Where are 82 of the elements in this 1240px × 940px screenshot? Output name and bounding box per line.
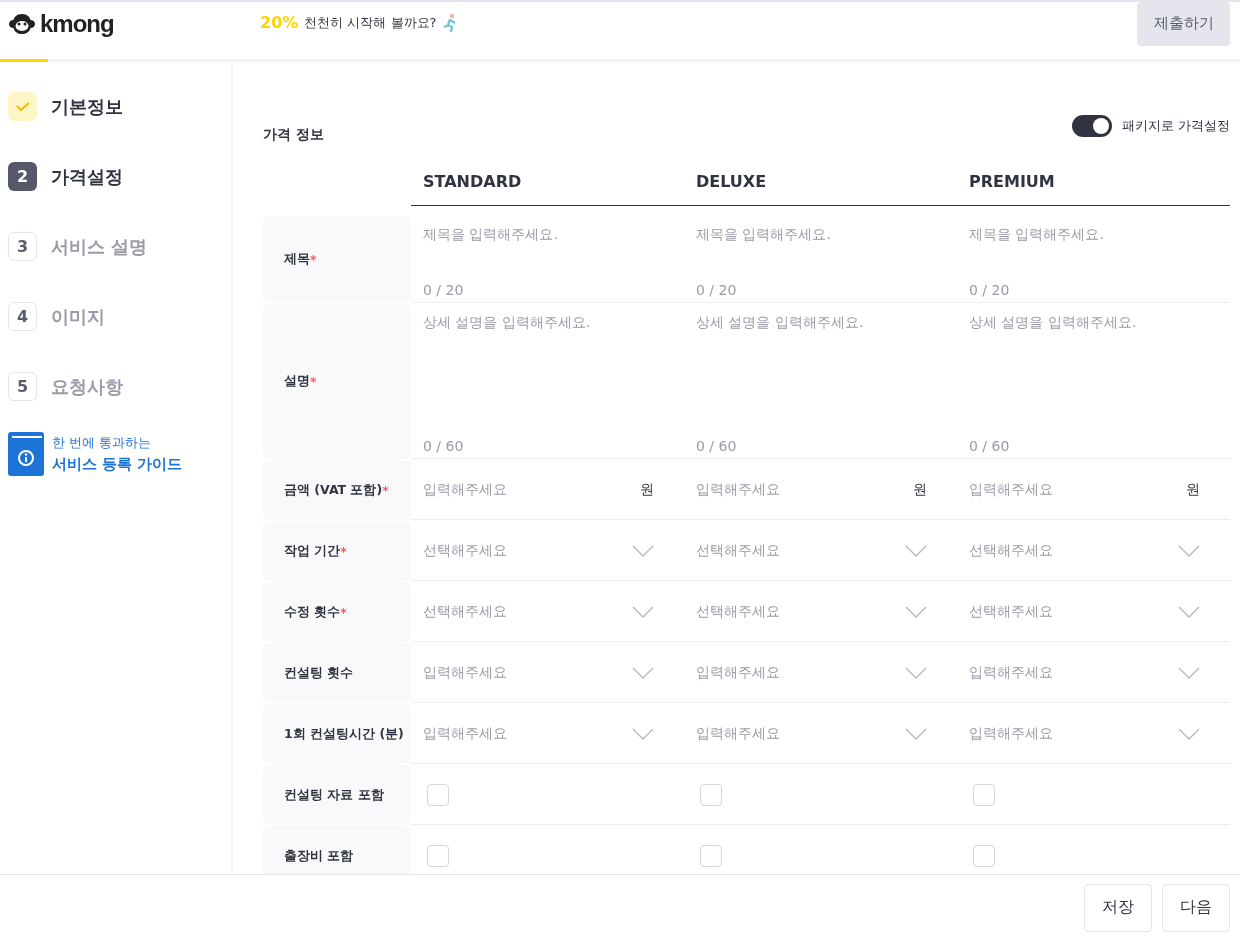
chevron-down-icon — [632, 605, 654, 618]
step-badge: 4 — [8, 302, 37, 331]
progress-percent: 20% — [260, 13, 299, 32]
character-counter: 0 / 20 — [423, 282, 465, 298]
character-counter: 0 / 20 — [696, 282, 738, 298]
row-label: 금액 (VAT 포함)* — [263, 460, 411, 520]
row-label: 수정 횟수* — [263, 582, 411, 642]
select-dropdown[interactable]: 선택해주세요 — [969, 602, 1200, 621]
step-label[interactable]: 서비스 설명 — [51, 234, 148, 259]
price-field[interactable]: 입력해주세요 — [423, 480, 507, 499]
check-icon — [15, 101, 30, 112]
text-field[interactable]: 제목을 입력해주세요. — [969, 226, 1218, 244]
row-label: 제목* — [263, 216, 411, 303]
text-field[interactable]: 상세 설명을 입력해주세요. — [696, 314, 945, 332]
chevron-down-icon — [632, 666, 654, 679]
select-dropdown[interactable]: 입력해주세요 — [969, 663, 1200, 682]
step-badge: 3 — [8, 232, 37, 261]
step-badge: 2 — [8, 162, 37, 191]
select-dropdown[interactable]: 입력해주세요 — [696, 724, 927, 743]
step-label[interactable]: 가격설정 — [51, 164, 123, 189]
text-field[interactable]: 상세 설명을 입력해주세요. — [423, 314, 672, 332]
character-counter: 0 / 60 — [969, 438, 1011, 454]
text-field[interactable]: 제목을 입력해주세요. — [696, 226, 945, 244]
monkey-logo-icon — [8, 12, 36, 35]
row-label: 작업 기간* — [263, 521, 411, 581]
step-label[interactable]: 기본정보 — [51, 94, 123, 119]
character-counter: 0 / 20 — [969, 282, 1011, 298]
step-label[interactable]: 요청사항 — [51, 374, 123, 399]
logo-wordmark[interactable]: kmong — [40, 9, 114, 38]
chevron-down-icon — [905, 605, 927, 618]
chevron-down-icon — [905, 727, 927, 740]
chevron-down-icon — [1178, 727, 1200, 740]
checkbox[interactable] — [427, 783, 449, 806]
chevron-down-icon — [1178, 605, 1200, 618]
text-field[interactable]: 상세 설명을 입력해주세요. — [969, 314, 1218, 332]
row-label: 컨설팅 자료 포함 — [263, 765, 411, 825]
price-field[interactable]: 입력해주세요 — [969, 480, 1053, 499]
chevron-down-icon — [905, 544, 927, 557]
select-dropdown[interactable]: 선택해주세요 — [423, 541, 654, 560]
toggle-label: 패키지로 가격설정 — [1121, 117, 1230, 135]
select-dropdown[interactable]: 입력해주세요 — [696, 663, 927, 682]
chevron-down-icon — [632, 544, 654, 557]
package-header: STANDARD — [411, 158, 684, 206]
save-button[interactable]: 저장 — [1084, 883, 1152, 932]
checkbox[interactable] — [973, 844, 995, 867]
character-counter: 0 / 60 — [423, 438, 465, 454]
package-toggle[interactable] — [1071, 115, 1112, 137]
checkbox[interactable] — [427, 844, 449, 867]
select-dropdown[interactable]: 입력해주세요 — [969, 724, 1200, 743]
price-field[interactable]: 입력해주세요 — [696, 480, 780, 499]
progress-message: 천천히 시작해 볼까요? — [304, 13, 437, 32]
step-label[interactable]: 이미지 — [51, 304, 105, 329]
select-dropdown[interactable]: 선택해주세요 — [969, 541, 1200, 560]
step-badge: 5 — [8, 372, 37, 401]
row-label: 출장비 포함 — [263, 826, 411, 874]
text-field[interactable]: 제목을 입력해주세요. — [423, 226, 672, 244]
submit-button[interactable]: 제출하기 — [1137, 1, 1230, 46]
select-dropdown[interactable]: 입력해주세요 — [423, 724, 654, 743]
row-label: 컨설팅 횟수 — [263, 643, 411, 703]
currency-unit: 원 — [640, 480, 654, 499]
chevron-down-icon — [905, 666, 927, 679]
package-header: DELUXE — [684, 158, 957, 206]
currency-unit: 원 — [913, 480, 927, 499]
select-dropdown[interactable]: 입력해주세요 — [423, 663, 654, 682]
select-dropdown[interactable]: 선택해주세요 — [696, 541, 927, 560]
section-title: 가격 정보 — [263, 126, 324, 144]
row-label: 1회 컨설팅시간 (분) — [263, 704, 411, 764]
guide-link[interactable]: 한 번에 통과하는 서비스 등록 가이드 — [52, 434, 183, 474]
chevron-down-icon — [1178, 544, 1200, 557]
next-button[interactable]: 다음 — [1162, 883, 1230, 932]
checkbox[interactable] — [700, 783, 722, 806]
package-header: PREMIUM — [957, 158, 1230, 206]
select-dropdown[interactable]: 선택해주세요 — [423, 602, 654, 621]
checkbox[interactable] — [700, 844, 722, 867]
checkbox[interactable] — [973, 783, 995, 806]
row-label: 설명* — [263, 304, 411, 459]
character-counter: 0 / 60 — [696, 438, 738, 454]
chevron-down-icon — [632, 727, 654, 740]
select-dropdown[interactable]: 선택해주세요 — [696, 602, 927, 621]
guide-book-icon — [8, 432, 44, 476]
chevron-down-icon — [1178, 666, 1200, 679]
currency-unit: 원 — [1186, 480, 1200, 499]
